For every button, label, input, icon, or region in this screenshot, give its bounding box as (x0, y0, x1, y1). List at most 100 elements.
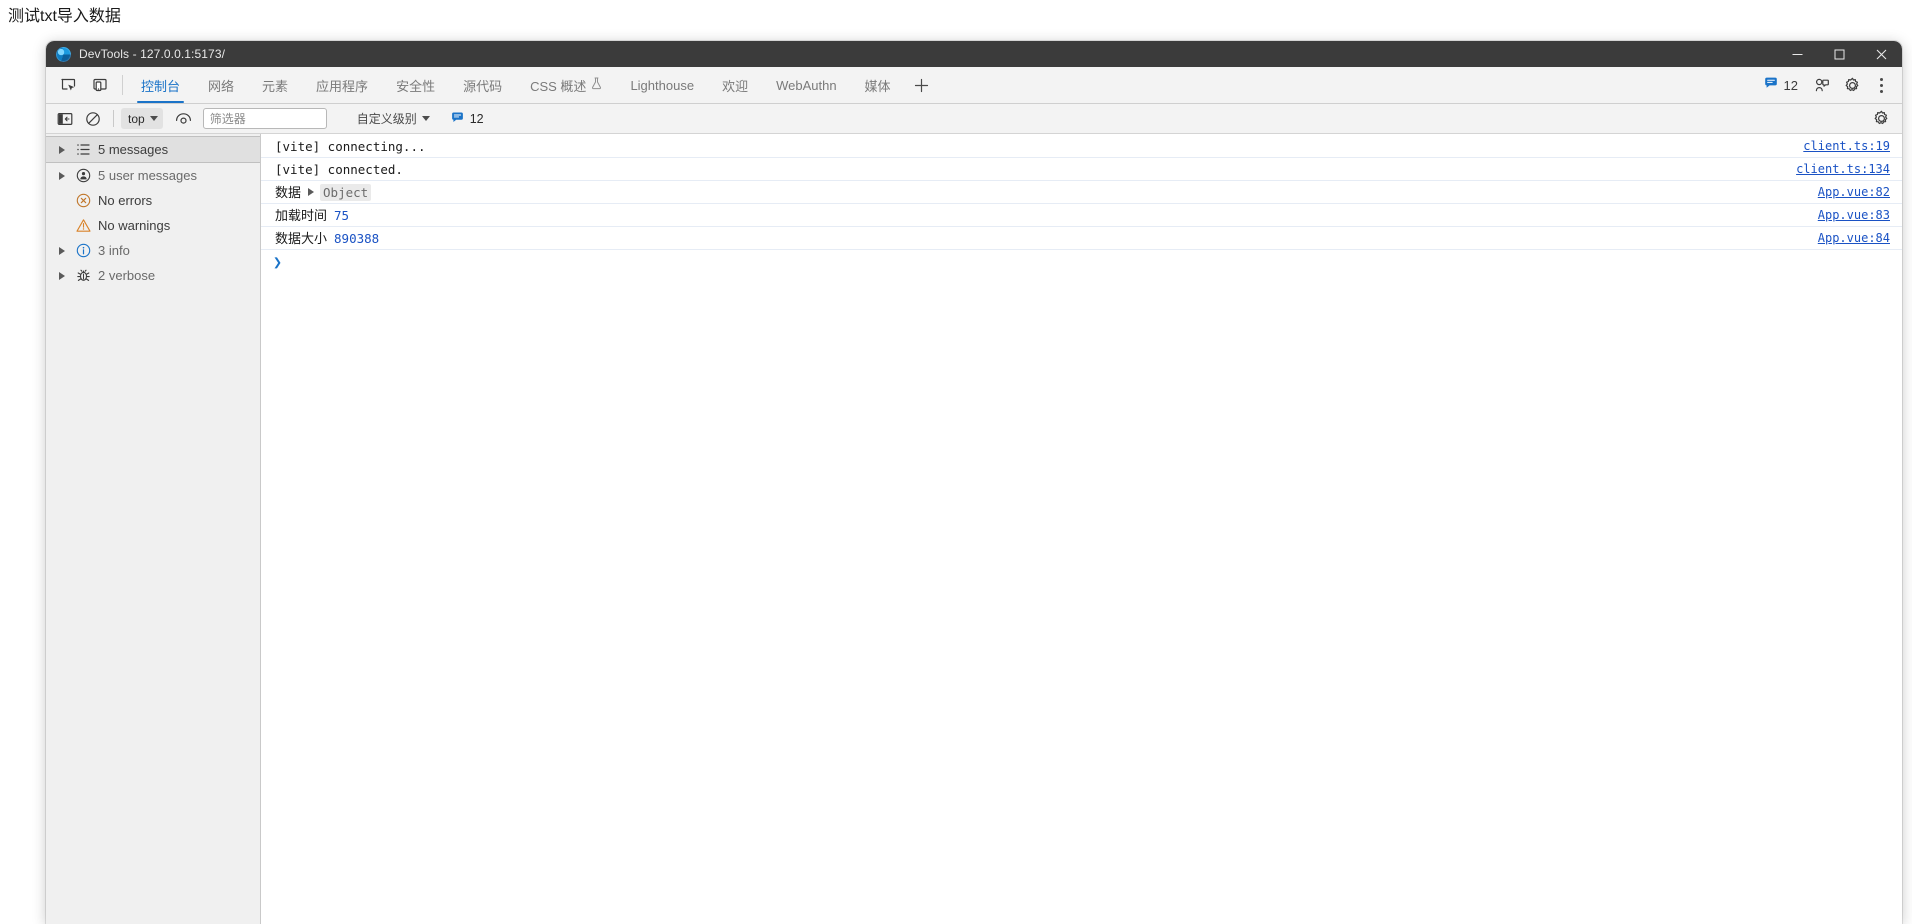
console-message-count-value: 12 (469, 111, 484, 126)
list-icon (74, 141, 92, 159)
log-level-value: 自定义级别 (356, 112, 417, 126)
message-body: [vite] connecting... (275, 138, 426, 154)
console-source-link[interactable]: client.ts:134 (1796, 161, 1890, 178)
console-sidebar: 5 messages 5 user messages No errors No … (46, 134, 261, 924)
tab-webauthn[interactable]: WebAuthn (762, 67, 850, 103)
tab-label: 应用程序 (316, 78, 369, 94)
kebab-menu-icon[interactable] (1868, 72, 1894, 98)
sidebar-item-errors[interactable]: No errors (46, 188, 260, 213)
kebab-dot (1879, 89, 1883, 93)
user-circle-icon (74, 167, 92, 185)
maximize-icon[interactable] (1818, 41, 1860, 67)
console-message-row[interactable]: 数据 Object App.vue:82 (261, 181, 1902, 204)
error-circle-icon (74, 192, 92, 210)
devtools-customize-icon[interactable] (1808, 72, 1836, 98)
page-title: 测试txt导入数据 (8, 8, 121, 25)
device-toolbar-icon[interactable] (86, 72, 114, 98)
execution-context-value: top (128, 111, 145, 126)
execution-context-select[interactable]: top (121, 108, 163, 129)
console-message-text: 数据大小 890388 (275, 230, 1802, 247)
log-level-select[interactable]: 自定义级别 (349, 108, 435, 130)
sidebar-item-verbose[interactable]: 2 verbose (46, 263, 260, 288)
tab-security[interactable]: 安全性 (382, 67, 449, 103)
bug-icon (74, 267, 92, 285)
tabstrip-right-controls: 12 (1758, 67, 1902, 103)
sidebar-item-user-messages[interactable]: 5 user messages (46, 163, 260, 188)
console-body: 5 messages 5 user messages No errors No … (46, 134, 1902, 924)
console-message-row[interactable]: [vite] connecting... client.ts:19 (261, 135, 1902, 158)
speech-bubble-icon (451, 111, 464, 127)
tab-label: 媒体 (864, 78, 891, 94)
speech-bubble-icon (1764, 76, 1778, 95)
console-prompt-input[interactable] (288, 255, 1890, 270)
disclosure-triangle-icon[interactable] (56, 270, 68, 282)
clear-console-icon[interactable] (80, 107, 106, 131)
sidebar-item-warnings[interactable]: No warnings (46, 213, 260, 238)
add-tab-button[interactable] (905, 67, 939, 103)
object-preview[interactable]: Object (308, 183, 372, 201)
disclosure-triangle-icon[interactable] (56, 170, 68, 182)
tab-label: 网络 (208, 78, 235, 94)
console-message-text: 加载时间 75 (275, 207, 1802, 224)
tabstrip-tool-buttons (46, 67, 120, 103)
page-root: 测试txt导入数据 DevTools - 127.0.0.1:5173/ 控制台… (0, 0, 1912, 924)
console-settings-gear-icon[interactable] (1868, 107, 1894, 131)
tab-network[interactable]: 网络 (194, 67, 248, 103)
tab-label: WebAuthn (776, 77, 837, 93)
kebab-dot (1879, 83, 1883, 87)
object-type-name[interactable]: Object (320, 183, 372, 201)
console-filter-input[interactable]: 筛选器 (202, 108, 327, 129)
console-source-link[interactable]: App.vue:83 (1818, 207, 1890, 224)
console-message-row[interactable]: 数据大小 890388 App.vue:84 (261, 227, 1902, 250)
console-source-link[interactable]: client.ts:19 (1803, 138, 1890, 155)
console-message-text: [vite] connected. (275, 161, 1780, 178)
window-titlebar[interactable]: DevTools - 127.0.0.1:5173/ (46, 41, 1902, 67)
tab-elements[interactable]: 元素 (248, 67, 302, 103)
tab-lighthouse[interactable]: Lighthouse (616, 67, 708, 103)
expand-object-triangle-icon[interactable] (308, 188, 315, 196)
sidebar-item-label: 5 messages (98, 142, 169, 157)
devtools-window: DevTools - 127.0.0.1:5173/ 控制台 网络 元素 应用程… (46, 41, 1902, 924)
disclosure-triangle-icon[interactable] (56, 245, 68, 257)
console-message-row[interactable]: 加载时间 75 App.vue:83 (261, 204, 1902, 227)
gear-icon[interactable] (1838, 72, 1866, 98)
tab-welcome[interactable]: 欢迎 (708, 67, 762, 103)
tab-label: 欢迎 (722, 78, 749, 94)
message-label: 数据大小 (275, 230, 328, 246)
tab-console[interactable]: 控制台 (127, 67, 194, 103)
console-message-count[interactable]: 12 (451, 111, 484, 127)
console-source-link[interactable]: App.vue:84 (1818, 230, 1890, 247)
kebab-dot (1879, 77, 1883, 81)
tab-application[interactable]: 应用程序 (302, 67, 382, 103)
message-count-badge[interactable]: 12 (1758, 72, 1806, 98)
message-count-value: 12 (1783, 77, 1798, 93)
titlebar-left: DevTools - 127.0.0.1:5173/ (46, 46, 225, 62)
sidebar-item-label: 3 info (98, 243, 130, 258)
console-prompt-row[interactable]: ❯ (261, 250, 1902, 272)
disclosure-triangle-icon[interactable] (56, 144, 68, 156)
tab-label: 元素 (262, 78, 289, 94)
minimize-icon[interactable] (1776, 41, 1818, 67)
tab-media[interactable]: 媒体 (851, 67, 905, 103)
tab-css-overview[interactable]: CSS 概述 (516, 67, 616, 103)
console-toolbar: top 筛选器 自定义级别 12 (46, 104, 1902, 134)
inspect-element-icon[interactable] (54, 72, 82, 98)
eye-icon[interactable] (171, 107, 197, 131)
console-log-area[interactable]: [vite] connecting... client.ts:19 [vite]… (261, 134, 1902, 924)
tab-label: Lighthouse (630, 77, 695, 93)
sidebar-item-label: 2 verbose (98, 268, 156, 283)
console-message-text: 数据 Object (275, 183, 1802, 201)
window-controls (1776, 41, 1902, 67)
console-message-row[interactable]: [vite] connected. client.ts:134 (261, 158, 1902, 181)
sidebar-item-all-messages[interactable]: 5 messages (46, 136, 260, 163)
tab-sources[interactable]: 源代码 (449, 67, 516, 103)
devtools-tabs: 控制台 网络 元素 应用程序 安全性 源代码 CSS 概述 Lighthouse… (127, 67, 1758, 103)
console-source-link[interactable]: App.vue:82 (1818, 184, 1890, 201)
experiment-flask-icon (591, 77, 602, 93)
message-value: 890388 (334, 230, 380, 246)
close-icon[interactable] (1860, 41, 1902, 67)
console-message-text: [vite] connecting... (275, 138, 1787, 155)
prompt-caret-icon: ❯ (273, 253, 283, 271)
console-sidebar-toggle-icon[interactable] (52, 107, 78, 131)
sidebar-item-info[interactable]: 3 info (46, 238, 260, 263)
